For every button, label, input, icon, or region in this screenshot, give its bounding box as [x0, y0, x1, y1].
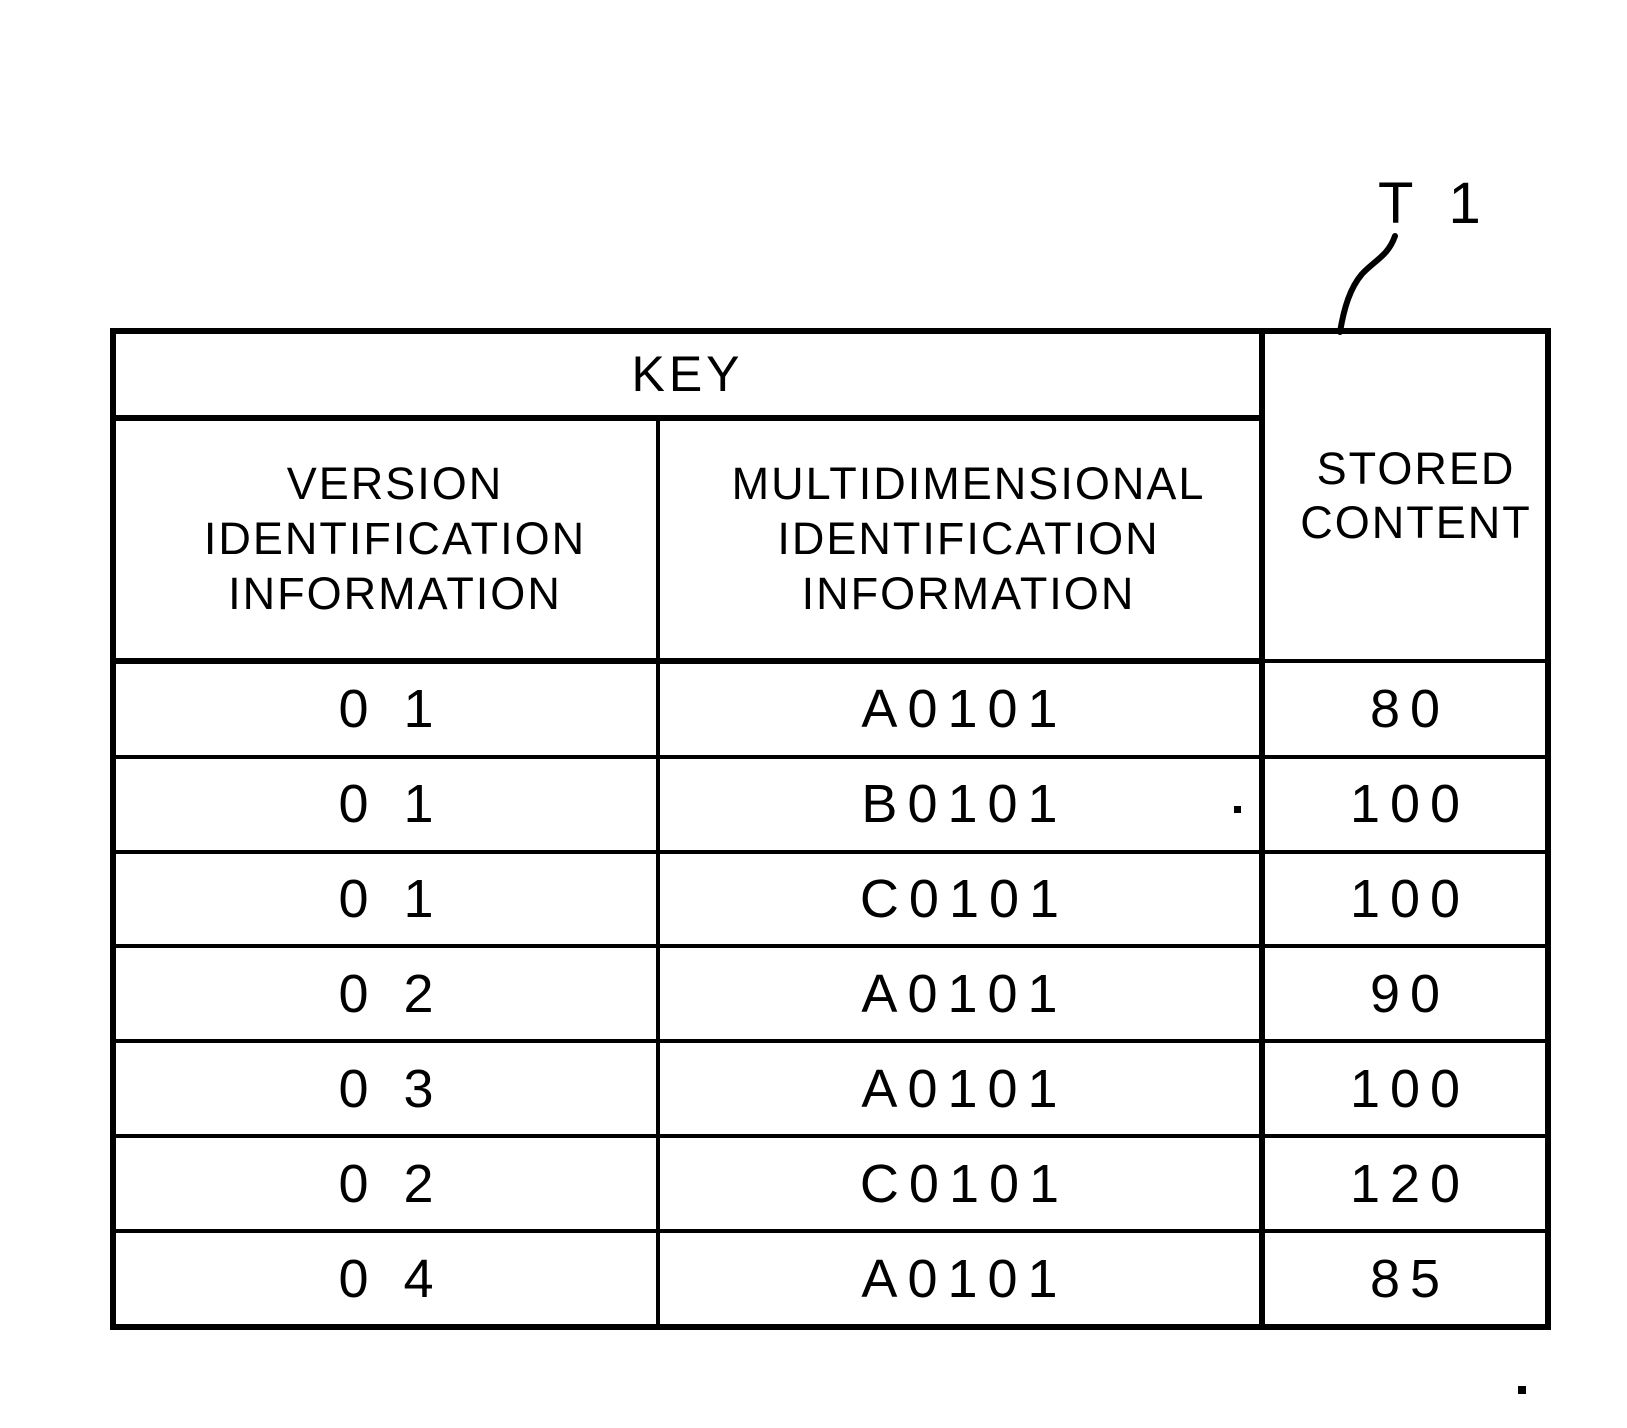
- column-header-multidimensional-identification-information: MULTIDIMENSIONAL IDENTIFICATION INFORMAT…: [656, 415, 1264, 664]
- stored-header-line-2: CONTENT: [1300, 497, 1532, 549]
- figure-reference-label: T 1: [1378, 171, 1491, 236]
- cell-multidimensional: B0101: [656, 754, 1264, 854]
- multi-header-line-2: IDENTIFICATION: [777, 512, 1160, 564]
- cell-version: 0 2: [111, 1134, 660, 1234]
- cell-stored-content: 100: [1259, 1039, 1550, 1139]
- cell-stored-content: 100: [1259, 754, 1550, 854]
- cell-multidimensional: A0101: [656, 1039, 1264, 1139]
- table-row: 0 4 A0101 85: [111, 1229, 1550, 1329]
- multi-header-line-3: INFORMATION: [801, 567, 1136, 619]
- table-row: 0 2 C0101 120: [111, 1134, 1550, 1234]
- cell-multidimensional: A0101: [656, 944, 1264, 1044]
- column-header-stored-content: STORED CONTENT: [1259, 329, 1550, 663]
- cell-stored-content: 90: [1259, 944, 1550, 1044]
- table-row: 0 3 A0101 100: [111, 1039, 1550, 1139]
- cell-stored-content: 100: [1259, 849, 1550, 949]
- cell-version: 0 1: [111, 849, 660, 949]
- cell-multidimensional: C0101: [656, 1134, 1264, 1234]
- table-row: 0 1 B0101 100: [111, 754, 1550, 854]
- table-row: 0 2 A0101 90: [111, 944, 1550, 1044]
- table-t1-container: KEY STORED CONTENT VERSION IDENTIFICATIO…: [110, 328, 1551, 1330]
- leader-line: [1337, 233, 1398, 335]
- cell-version: 0 1: [111, 658, 660, 759]
- table-header-group-row: KEY STORED CONTENT: [111, 329, 1550, 663]
- cell-multidimensional: C0101: [656, 849, 1264, 949]
- cell-version: 0 2: [111, 944, 660, 1044]
- stored-header-line-1: STORED: [1316, 442, 1516, 494]
- cell-multidimensional: A0101: [656, 658, 1264, 759]
- key-group-header: KEY: [111, 329, 1264, 421]
- table-t1: KEY STORED CONTENT VERSION IDENTIFICATIO…: [110, 328, 1551, 1330]
- version-header-line-3: INFORMATION: [228, 567, 562, 619]
- scan-speck-artifact: [1234, 806, 1241, 813]
- multi-header-line-1: MULTIDIMENSIONAL: [731, 457, 1206, 509]
- cell-version: 0 4: [111, 1229, 660, 1329]
- table-row: 0 1 A0101 80: [111, 658, 1550, 759]
- cell-version: 0 1: [111, 754, 660, 854]
- version-header-line-2: IDENTIFICATION: [203, 512, 587, 564]
- table-row: 0 1 C0101 100: [111, 849, 1550, 949]
- cell-multidimensional: A0101: [656, 1229, 1264, 1329]
- column-header-version-identification-information: VERSION IDENTIFICATION INFORMATION: [111, 415, 660, 664]
- cell-stored-content: 80: [1259, 658, 1550, 759]
- version-header-line-1: VERSION: [286, 457, 504, 509]
- cell-stored-content: 85: [1259, 1229, 1550, 1329]
- cell-stored-content: 120: [1259, 1134, 1550, 1234]
- cell-version: 0 3: [111, 1039, 660, 1139]
- scan-speck-artifact: [1518, 1386, 1526, 1394]
